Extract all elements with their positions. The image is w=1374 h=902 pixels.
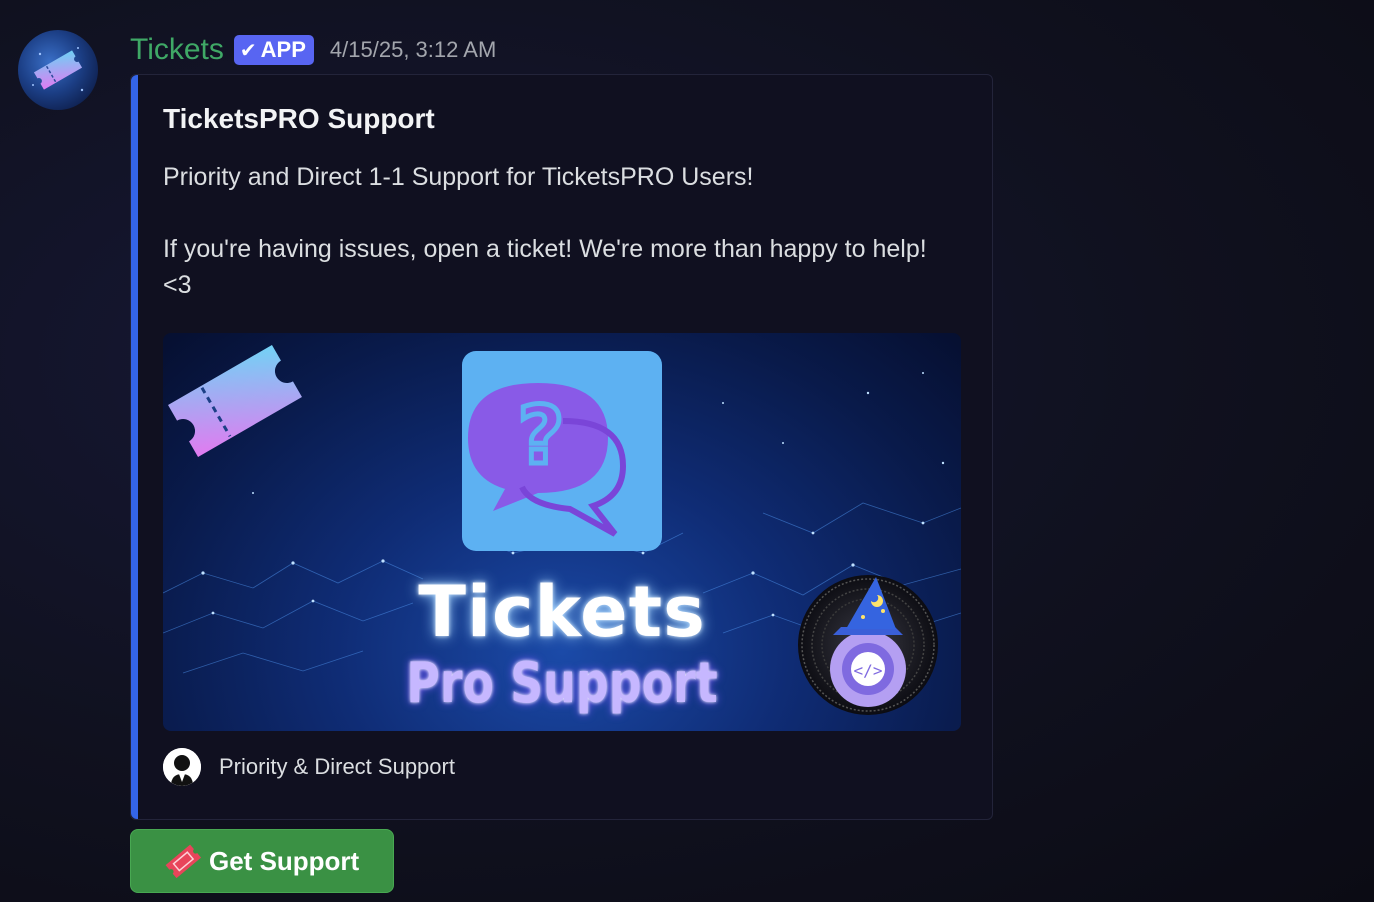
- get-support-label: Get Support: [209, 845, 360, 876]
- image-subheadline: Pro Support: [406, 651, 718, 716]
- bot-avatar[interactable]: [18, 30, 98, 110]
- check-icon: ✔: [239, 39, 257, 62]
- embed-image[interactable]: ? </> Tickets Pro Support: [163, 333, 961, 731]
- ticket-icon: [32, 47, 84, 92]
- author-name[interactable]: Tickets: [130, 33, 224, 67]
- ticket-icon: [165, 844, 202, 879]
- embed-card: TicketsPRO Support Priority and Direct 1…: [130, 74, 993, 820]
- embed-description: Priority and Direct 1-1 Support for Tick…: [163, 163, 927, 299]
- embed-footer-text: Priority & Direct Support: [219, 754, 455, 779]
- message-timestamp[interactable]: 4/15/25, 3:12 AM: [330, 37, 496, 63]
- svg-text:?: ?: [518, 389, 564, 482]
- get-support-button[interactable]: Get Support: [130, 829, 394, 893]
- embed-title: TicketsPRO Support: [163, 103, 435, 134]
- image-headline: Tickets: [418, 571, 706, 653]
- embed-accent-bar: [131, 75, 138, 819]
- support-agent-icon: [163, 748, 201, 786]
- embed-footer: Priority & Direct Support: [163, 748, 455, 786]
- message-header: Tickets ✔ APP 4/15/25, 3:12 AM: [130, 30, 496, 70]
- app-badge: ✔ APP: [233, 35, 314, 65]
- app-badge-label: APP: [260, 37, 306, 62]
- ticket-icon: [168, 345, 302, 457]
- question-chat-bubble-icon: ?: [462, 351, 662, 551]
